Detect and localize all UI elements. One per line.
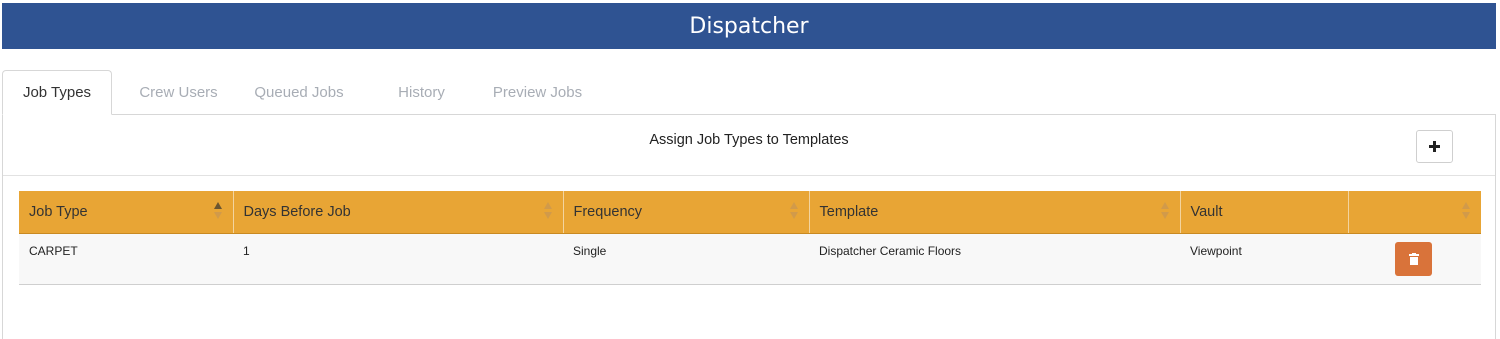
tab-queued-jobs[interactable]: Queued Jobs <box>245 70 353 114</box>
column-label: Frequency <box>573 203 643 220</box>
column-header-template[interactable]: Template <box>809 191 1181 234</box>
sort-icon <box>1160 202 1170 220</box>
column-header-days-before-job[interactable]: Days Before Job <box>233 191 564 234</box>
sort-asc-icon <box>213 202 223 220</box>
panel-title: Assign Job Types to Templates <box>649 132 849 148</box>
add-job-type-button[interactable] <box>1416 130 1453 163</box>
tab-preview-jobs[interactable]: Preview Jobs <box>490 70 585 114</box>
page-title-bar: Dispatcher <box>2 3 1496 49</box>
tab-history[interactable]: History <box>353 70 490 114</box>
column-header-frequency[interactable]: Frequency <box>563 191 810 234</box>
page-title: Dispatcher <box>689 13 809 39</box>
sort-icon <box>789 202 799 220</box>
column-label: Template <box>819 203 879 220</box>
cell-template: Dispatcher Ceramic Floors <box>809 233 1180 285</box>
table-row: CARPET 1 Single Dispatcher Ceramic Floor… <box>19 233 1481 285</box>
column-label: Job Type <box>29 203 88 220</box>
sort-icon <box>1462 202 1471 220</box>
column-label: Vault <box>1190 203 1223 220</box>
job-types-table: Job Type Days Before Job Frequency Templ… <box>19 191 1481 285</box>
tab-crew-users[interactable]: Crew Users <box>112 70 245 114</box>
column-label: Days Before Job <box>243 203 351 220</box>
tab-bar: Job Types Crew Users Queued Jobs History… <box>2 70 585 115</box>
cell-job-type: CARPET <box>19 233 233 285</box>
cell-vault: Viewpoint <box>1180 233 1348 285</box>
sort-icon <box>543 202 553 220</box>
job-types-panel: Assign Job Types to Templates Job Type D… <box>2 114 1496 339</box>
panel-header: Assign Job Types to Templates <box>3 115 1495 176</box>
cell-actions <box>1348 233 1481 285</box>
table-header-row: Job Type Days Before Job Frequency Templ… <box>19 191 1481 234</box>
column-header-actions[interactable] <box>1348 191 1481 234</box>
cell-days-before-job: 1 <box>233 233 563 285</box>
tab-job-types[interactable]: Job Types <box>2 70 112 115</box>
column-header-job-type[interactable]: Job Type <box>19 191 234 234</box>
trash-icon <box>1408 252 1419 265</box>
plus-icon <box>1429 141 1440 152</box>
column-header-vault[interactable]: Vault <box>1180 191 1349 234</box>
cell-frequency: Single <box>563 233 809 285</box>
delete-row-button[interactable] <box>1395 241 1432 276</box>
